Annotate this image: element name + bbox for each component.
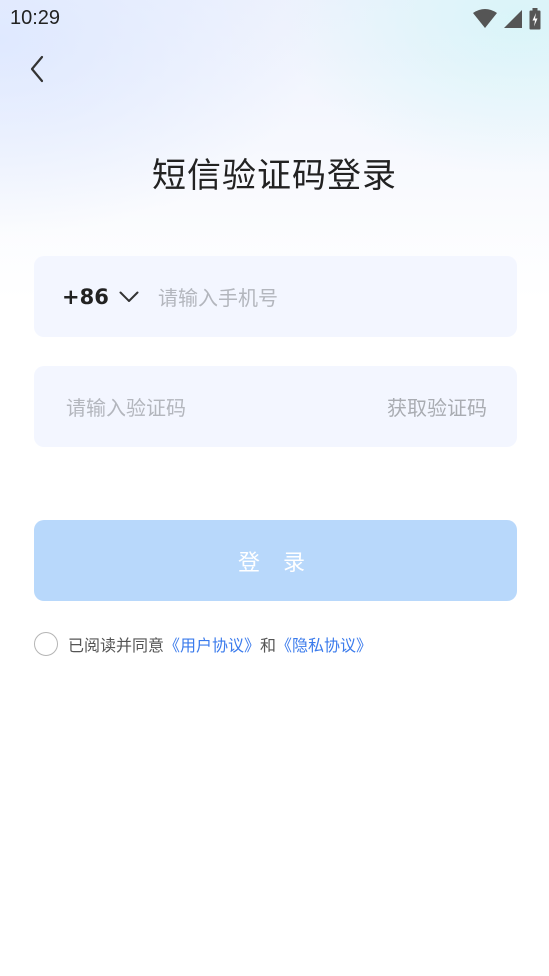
agreement-prefix: 已阅读并同意 [68, 636, 165, 655]
agreement-conjunction: 和 [260, 636, 277, 655]
signal-icon [504, 10, 522, 28]
country-code-selector[interactable]: +86 [62, 256, 139, 337]
page-title: 短信验证码登录 [152, 156, 397, 196]
country-code-label: +86 [62, 284, 109, 309]
privacy-policy-link[interactable]: 《隐私协议》 [276, 632, 372, 656]
chevron-left-icon [30, 55, 44, 83]
status-time: 10:29 [10, 7, 61, 29]
back-button[interactable] [20, 52, 54, 86]
login-button[interactable]: 登 录 [34, 520, 517, 601]
wifi-icon [473, 9, 497, 28]
phone-field: +86 [34, 256, 517, 339]
chevron-down-icon [119, 291, 139, 302]
battery-icon [529, 8, 541, 30]
user-agreement-link[interactable]: 《用户协议》 [164, 632, 260, 656]
agreement-row: 已阅读并同意 《用户协议》 和 《隐私协议》 [34, 630, 372, 658]
get-code-button[interactable]: 获取验证码 [387, 366, 487, 447]
agreement-checkbox[interactable] [34, 632, 58, 656]
verification-code-input[interactable] [64, 366, 348, 449]
verification-code-field: 获取验证码 [34, 366, 517, 449]
phone-input[interactable] [156, 256, 490, 339]
status-icons [473, 8, 541, 30]
status-bar: 10:29 [0, 0, 549, 38]
